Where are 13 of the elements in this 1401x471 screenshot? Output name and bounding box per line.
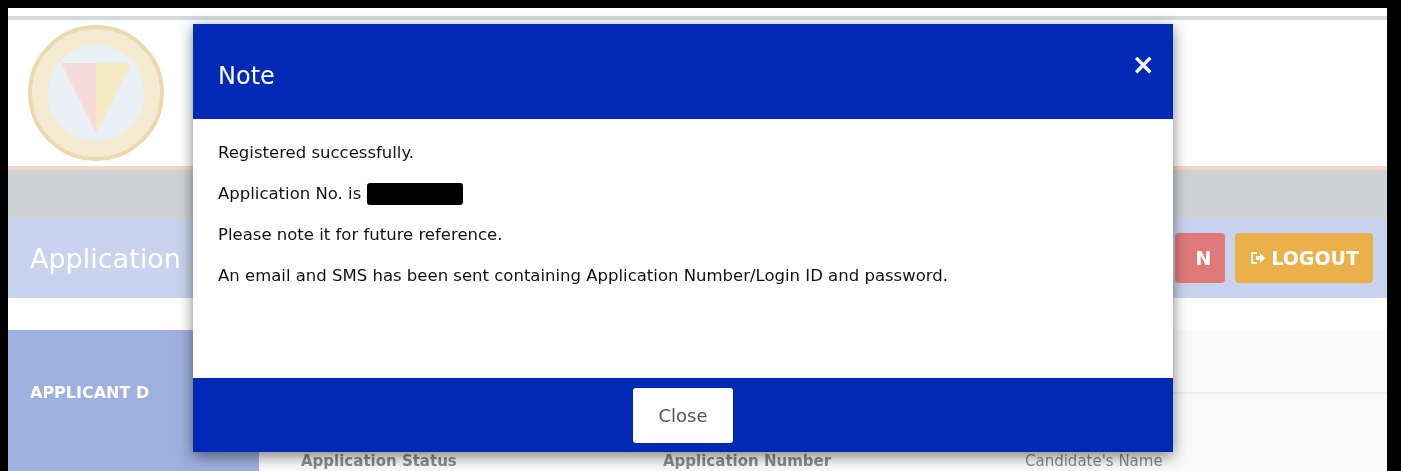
modal-title: Note xyxy=(218,60,275,90)
message-text: Registered successfully. xyxy=(218,142,415,164)
logout-icon xyxy=(1249,250,1266,266)
column-header: Application Number xyxy=(663,453,833,470)
logo-icon xyxy=(26,23,166,163)
message-text: Please note it for future reference. xyxy=(218,224,503,246)
close-button[interactable]: Close xyxy=(633,387,733,443)
header-button[interactable]: N xyxy=(1175,233,1226,283)
message-text: Application No. is xyxy=(218,183,362,205)
column-header: Candidate's Name xyxy=(1025,453,1164,470)
column-header: Application Status xyxy=(301,453,458,470)
message-text: An email and SMS has been sent containing Application Number/Login ID and password. xyxy=(218,265,948,287)
header-button[interactable]: LOGOUT xyxy=(1235,233,1373,283)
